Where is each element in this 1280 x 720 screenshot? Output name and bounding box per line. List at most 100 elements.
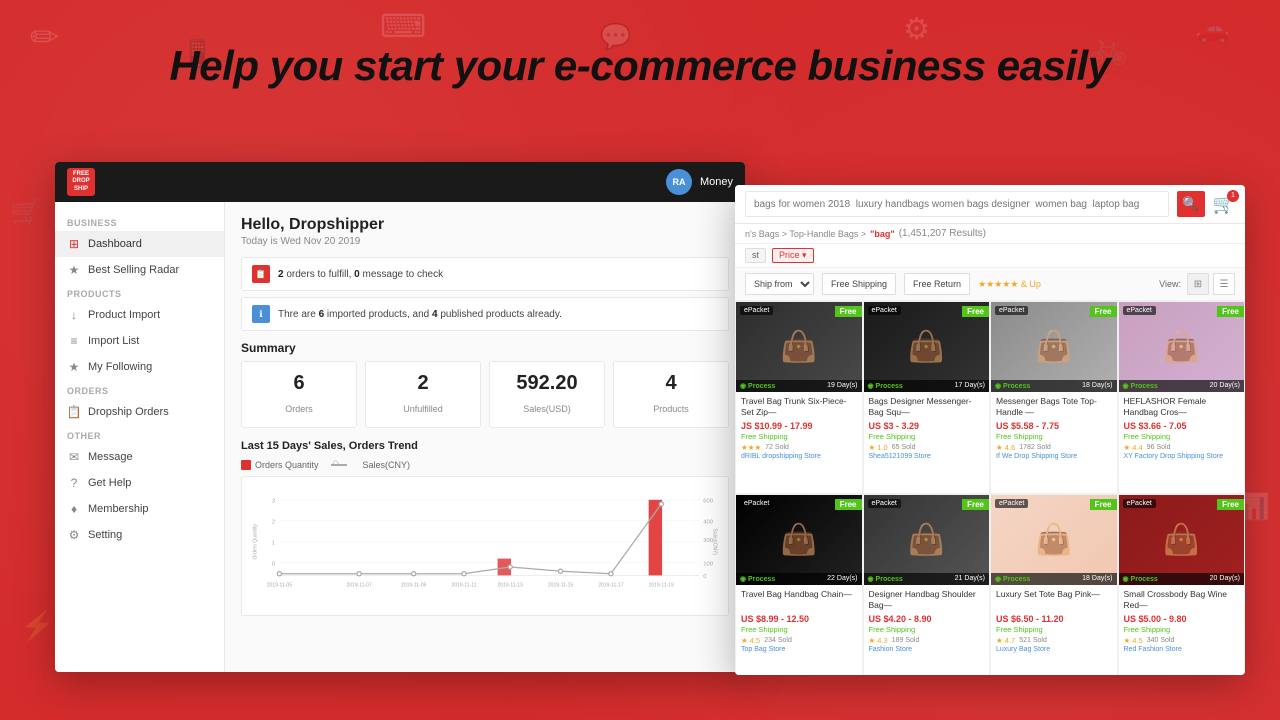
rating-7: ★ 4.7 [996, 636, 1015, 645]
dashboard-sidebar: BUSINESS ⊞ Dashboard ★ Best Selling Rada… [55, 202, 225, 672]
summary-card-sales: 592.20 Sales(USD) [489, 361, 605, 428]
product-card-6[interactable]: 👜 ePacket Free ◉ Process 21 Day(s) Desig… [863, 494, 991, 676]
ecom-header: 🔍 🛒 1 [735, 185, 1245, 224]
store-4: XY Factory Drop Shipping Store [1124, 453, 1240, 460]
sidebar-item-get-help-label: Get Help [88, 477, 131, 489]
list-icon: ≡ [67, 334, 81, 348]
product-card-2[interactable]: 👜 ePacket Free ◉ Process 17 Day(s) Bags … [863, 301, 991, 494]
sidebar-item-dashboard[interactable]: ⊞ Dashboard [55, 231, 224, 257]
free-badge-4: Free [1217, 306, 1244, 317]
dashboard-header: FREEDROPSHIP RA Money [55, 162, 745, 202]
process-bar-1: ◉ Process 19 Day(s) [736, 380, 862, 392]
filter-bar: Ship from Free Shipping Free Return ★★★★… [735, 268, 1245, 301]
sidebar-item-get-help[interactable]: ? Get Help [55, 470, 224, 496]
list-view-btn[interactable]: ☰ [1213, 273, 1235, 295]
sidebar-item-best-selling[interactable]: ★ Best Selling Radar [55, 257, 224, 283]
process-days-4: 20 Day(s) [1210, 382, 1240, 390]
svg-text:2019-11-09: 2019-11-09 [401, 582, 426, 588]
deco-car-icon: 🚗 [1195, 15, 1230, 43]
epacket-badge-2: ePacket [868, 306, 901, 315]
product-shipping-6: Free Shipping [869, 625, 985, 634]
chart-title: Last 15 Days' Sales, Orders Trend [241, 440, 729, 452]
product-price-4: US $3.66 - 7.05 [1124, 421, 1240, 431]
process-bar-8: ◉ Process 20 Day(s) [1119, 573, 1245, 585]
rating-5: ★ 4.5 [741, 636, 760, 645]
sold-8: 340 Sold [1147, 637, 1175, 644]
free-badge-7: Free [1090, 499, 1117, 510]
product-card-5[interactable]: 👜 ePacket Free ◉ Process 22 Day(s) Trave… [735, 494, 863, 676]
sidebar-item-setting[interactable]: ⚙ Setting [55, 522, 224, 548]
bag-icon-6: 👜 [908, 522, 945, 557]
sidebar-item-dropship-orders[interactable]: 📋 Dropship Orders [55, 399, 224, 425]
product-title-4: HEFLASHOR Female Handbag Cros— [1124, 396, 1240, 418]
product-info-8: Small Crossbody Bag Wine Red— US $5.00 -… [1119, 585, 1245, 657]
rating-6: ★ 4.3 [869, 636, 888, 645]
search-input[interactable] [745, 191, 1169, 217]
product-price-1: JS $10.99 - 17.99 [741, 421, 857, 431]
orders-icon: 📋 [67, 405, 81, 419]
process-btn-2: ◉ Process [868, 382, 903, 390]
setting-icon: ⚙ [67, 528, 81, 542]
sales-value: 592.20 [498, 372, 596, 395]
product-card-3[interactable]: 👜 ePacket Free ◉ Process 18 Day(s) Messe… [990, 301, 1118, 494]
alert-orders-icon: 📋 [252, 265, 270, 283]
bag-icon-4: 👜 [1163, 330, 1200, 365]
svg-text:2019-11-15: 2019-11-15 [548, 582, 573, 588]
summary-title: Summary [241, 341, 729, 355]
rating-2: ★ 1.0 [869, 443, 888, 452]
product-meta-2: ★ 1.0 65 Sold [869, 443, 985, 452]
product-meta-7: ★ 4.7 521 Sold [996, 636, 1112, 645]
sales-label: Sales(USD) [523, 404, 571, 414]
product-info-2: Bags Designer Messenger-Bag Squ— US $3 -… [864, 392, 990, 464]
store-1: dRIBL dropshipping Store [741, 453, 857, 460]
breadcrumb: n's Bags > Top-Handle Bags > "bag" (1,45… [735, 224, 1245, 244]
product-price-5: US $8.99 - 12.50 [741, 614, 857, 624]
svg-text:1: 1 [272, 540, 275, 546]
free-return-btn[interactable]: Free Return [904, 273, 970, 295]
sidebar-item-setting-label: Setting [88, 529, 122, 541]
product-card-1[interactable]: 👜 ePacket Free ◉ Process 19 Day(s) Trave… [735, 301, 863, 494]
summary-cards: 6 Orders 2 Unfulfilled 592.20 Sales(USD)… [241, 361, 729, 428]
ship-from-select[interactable]: Ship from [745, 273, 814, 295]
svg-text:2019-11-19: 2019-11-19 [649, 582, 674, 588]
sidebar-item-best-selling-label: Best Selling Radar [88, 264, 179, 276]
product-shipping-1: Free Shipping [741, 432, 857, 441]
alert-orders-text: 2 orders to fulfill, 0 message to check [278, 269, 443, 280]
grid-view-btn[interactable]: ⊞ [1187, 273, 1209, 295]
svg-text:2019-11-13: 2019-11-13 [498, 582, 523, 588]
process-btn-1: ◉ Process [740, 382, 775, 390]
free-badge-2: Free [962, 306, 989, 317]
product-card-8[interactable]: 👜 ePacket Free ◉ Process 20 Day(s) Small… [1118, 494, 1246, 676]
search-tag-price[interactable]: Price ▾ [772, 248, 814, 263]
sold-4: 96 Sold [1147, 444, 1171, 451]
product-img-3: 👜 ePacket Free ◉ Process 18 Day(s) [991, 302, 1117, 392]
sidebar-section-orders: ORDERS [55, 380, 224, 399]
store-5: Top Bag Store [741, 646, 857, 653]
money-label: Money [700, 176, 733, 188]
sidebar-item-product-import[interactable]: ↓ Product Import [55, 302, 224, 328]
breadcrumb-keyword: "bag" [870, 229, 895, 239]
product-shipping-4: Free Shipping [1124, 432, 1240, 441]
epacket-badge-3: ePacket [995, 306, 1028, 315]
sold-7: 521 Sold [1019, 637, 1047, 644]
free-shipping-btn[interactable]: Free Shipping [822, 273, 896, 295]
alert-orders: 📋 2 orders to fulfill, 0 message to chec… [241, 257, 729, 291]
product-meta-6: ★ 4.3 189 Sold [869, 636, 985, 645]
sidebar-item-message[interactable]: ✉ Message [55, 444, 224, 470]
sidebar-section-other: OTHER [55, 425, 224, 444]
sidebar-item-membership[interactable]: ♦ Membership [55, 496, 224, 522]
product-img-7: 👜 ePacket Free ◉ Process 18 Day(s) [991, 495, 1117, 585]
search-tag-st[interactable]: st [745, 248, 766, 263]
epacket-badge-6: ePacket [868, 499, 901, 508]
process-bar-6: ◉ Process 21 Day(s) [864, 573, 990, 585]
process-days-5: 22 Day(s) [827, 575, 857, 583]
product-card-4[interactable]: 👜 ePacket Free ◉ Process 20 Day(s) HEFLA… [1118, 301, 1246, 494]
sidebar-item-my-following[interactable]: ★ My Following [55, 354, 224, 380]
sidebar-item-import-list[interactable]: ≡ Import List [55, 328, 224, 354]
epacket-badge-7: ePacket [995, 499, 1028, 508]
product-title-6: Designer Handbag Shoulder Bag— [869, 589, 985, 611]
rating-4: ★ 4.4 [1124, 443, 1143, 452]
search-button[interactable]: 🔍 [1177, 191, 1205, 217]
products-label: Products [653, 404, 689, 414]
product-card-7[interactable]: 👜 ePacket Free ◉ Process 18 Day(s) Luxur… [990, 494, 1118, 676]
